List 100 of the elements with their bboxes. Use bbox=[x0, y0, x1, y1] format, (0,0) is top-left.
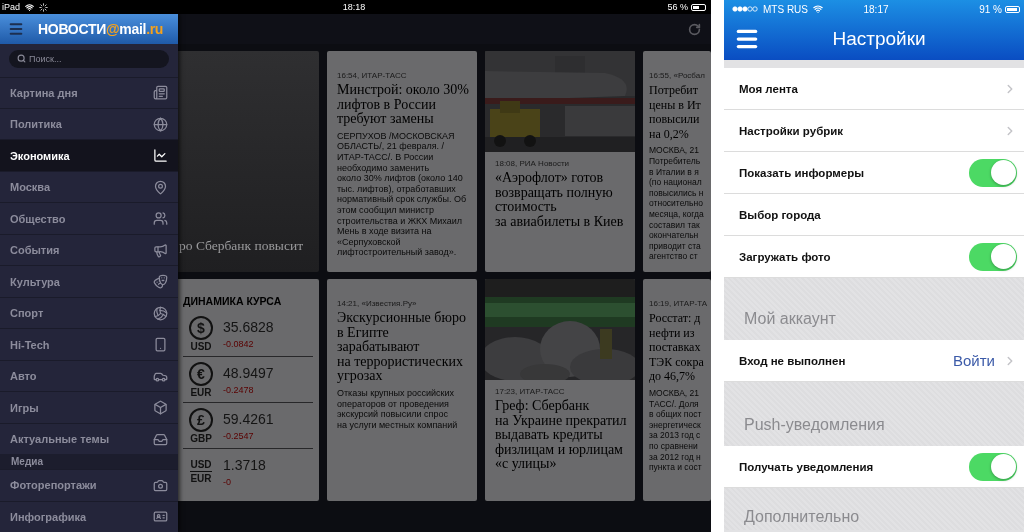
news-summary: МОСКВА, 21 ТАСС/. Доля в общих пост энергетическ за 2013 год с по сравнени за 2012 год н пункта и сост bbox=[649, 387, 703, 473]
menu-icon[interactable] bbox=[8, 20, 24, 37]
masks-icon bbox=[153, 274, 168, 290]
news-meta: 17:23, ИТАР-ТАСС bbox=[495, 387, 566, 396]
news-card[interactable]: 16:19, ИТАР-ТА Росстат: д нефти из поставках ТЭК сокра до 46,7% МОСКВА, 21 ТАСС/. Доля в общих пост энергетическ за 2013 год с по сравнени за 2012 год н пункта и сост bbox=[643, 279, 711, 501]
people-icon bbox=[153, 211, 168, 227]
row-label: Загружать фото bbox=[739, 250, 831, 263]
news-meta: 16:54, ИТАР-ТАСС bbox=[337, 71, 408, 80]
news-summary: Отказы крупных российских операторов от проведения экскурсий повысили спрос на услуги местных компаний bbox=[337, 387, 459, 431]
id-card-icon bbox=[153, 509, 168, 525]
menu-label: Экономика bbox=[10, 149, 70, 162]
news-title: Греф: Сбербанк на Украине прекратил выдавать кредиты физлицам и юрлицам «с улицы» bbox=[495, 399, 628, 472]
carrier-name: MTS RUS bbox=[763, 3, 808, 15]
news-card[interactable]: 14:21, «Известия.Ру» Экскурсионные бюро в Египте зарабатывают на террористических угрозах Отказы крупных российских операторов от проведения экскурсий повысили спрос на услуги местных компаний bbox=[327, 279, 477, 501]
refresh-icon[interactable] bbox=[688, 22, 701, 36]
row-label: Вход не выполнен bbox=[739, 354, 846, 367]
news-meta: 16:19, ИТАР-ТА bbox=[649, 299, 707, 308]
menu-label: Политика bbox=[10, 118, 62, 131]
section-header: Дополнительно bbox=[744, 508, 860, 526]
cube-icon bbox=[153, 400, 168, 416]
activity-icon bbox=[39, 2, 48, 12]
news-title: «Аэрофлот» готов возвращать полную стоимость за авиабилеты в Киев bbox=[495, 171, 625, 230]
rate-change: -0.2547 bbox=[223, 430, 255, 441]
news-title: ро Сбербанк повысит bbox=[179, 238, 305, 254]
rate-value: 1.3718 bbox=[223, 456, 267, 473]
toggle-switch[interactable] bbox=[969, 452, 1017, 481]
menu-label: Авто bbox=[10, 370, 37, 383]
settings-row[interactable]: Выбор города bbox=[724, 194, 1024, 236]
battery-percent: 91 % bbox=[979, 3, 1002, 15]
news-card[interactable]: ро Сбербанк повысит bbox=[178, 51, 319, 272]
battery-percent: 56 % bbox=[667, 2, 688, 12]
news-title: Минстрой: около 30% лифтов в России требуют замены bbox=[337, 83, 470, 127]
currency-symbol: € bbox=[189, 361, 213, 386]
status-time: 18:18 bbox=[342, 2, 366, 12]
news-summary: МОСКВА, 21 Потребитель в Италии в я (по национал повысились н относительно месяца, когда составил так окончательн приводит ста агентство ст bbox=[649, 145, 705, 262]
search-field[interactable]: Поиск... bbox=[9, 49, 169, 68]
currency-code: EUR bbox=[190, 473, 212, 484]
menu-label: Общество bbox=[10, 212, 66, 225]
currency-code: USD bbox=[190, 340, 212, 352]
menu-label: Спорт bbox=[10, 307, 44, 320]
news-meta: 16:55, «Росбал bbox=[649, 71, 706, 80]
menu-label: События bbox=[10, 244, 60, 257]
rate-value: 48.9497 bbox=[223, 364, 275, 381]
tray-icon bbox=[153, 431, 168, 447]
battery-icon bbox=[1005, 5, 1020, 13]
search-icon bbox=[17, 53, 26, 63]
row-label: Моя лента bbox=[739, 82, 798, 95]
status-time: 18:17 bbox=[863, 3, 889, 15]
smartphone-icon bbox=[153, 337, 168, 353]
menu-label: Москва bbox=[10, 181, 51, 194]
news-meta: 18:08, РИА Новости bbox=[495, 159, 571, 168]
section-header: Мой аккаунт bbox=[744, 310, 836, 328]
rate-value: 59.4261 bbox=[223, 410, 275, 427]
currency-code: EUR bbox=[190, 386, 212, 398]
menu-label: Игры bbox=[10, 401, 39, 414]
menu-item[interactable]: Экономика bbox=[0, 139, 178, 171]
rate-change: -0.0842 bbox=[223, 338, 255, 349]
rate-change: -0.2478 bbox=[223, 384, 255, 395]
section-header: Push-уведомления bbox=[744, 416, 885, 434]
currency-code: GBP bbox=[190, 432, 212, 444]
logo: НОВОСТИ@mail.ru bbox=[38, 20, 164, 37]
row-label: Получать уведомления bbox=[739, 460, 874, 473]
login-link[interactable]: Войти bbox=[953, 352, 995, 369]
menu-label: Фоторепортажи bbox=[10, 479, 97, 492]
map-pin-icon bbox=[153, 179, 168, 195]
currency-title: ДИНАМИКА КУРСА bbox=[183, 295, 283, 307]
camera-icon bbox=[153, 477, 168, 493]
settings-row[interactable]: Настройки рубрик bbox=[724, 110, 1024, 152]
row-label: Показать информеры bbox=[739, 166, 864, 179]
toggle-switch[interactable] bbox=[969, 158, 1017, 187]
news-title: Экскурсионные бюро в Египте зарабатывают на террористических угрозах bbox=[337, 311, 467, 384]
currency-symbol: £ bbox=[189, 407, 213, 432]
menu-label: Актуальные темы bbox=[10, 433, 110, 446]
news-title: Росстат: д нефти из поставках ТЭК сокра до 46,7% bbox=[649, 311, 705, 384]
menu-label: Инфографика bbox=[10, 510, 87, 523]
battery-icon bbox=[691, 3, 706, 11]
news-title: Потребит цены в Ит повысили на 0,2% bbox=[649, 83, 702, 142]
wifi-icon bbox=[25, 2, 34, 12]
screen-title: Настройки bbox=[831, 28, 927, 50]
wifi-icon bbox=[813, 4, 823, 14]
menu-label: Картина дня bbox=[10, 86, 78, 99]
news-meta: 14:21, «Известия.Ру» bbox=[337, 299, 418, 308]
newspaper-icon bbox=[153, 85, 168, 101]
toggle-switch[interactable] bbox=[969, 242, 1017, 271]
settings-row[interactable]: Вход не выполнен Войти bbox=[724, 340, 1024, 382]
news-card[interactable]: 18:08, РИА Новости «Аэрофлот» готов возвращать полную стоимость за авиабилеты в Киев bbox=[485, 51, 635, 272]
news-card[interactable]: 16:55, «Росбал Потребит цены в Ит повысили на 0,2% МОСКВА, 21 Потребитель в Италии в я (по национал повысились н относительно месяца, когда составил так окончательн приводит ста агентство ст bbox=[643, 51, 711, 272]
menu-label: Культура bbox=[10, 275, 60, 288]
news-card[interactable] bbox=[327, 51, 477, 272]
signal-icon bbox=[732, 6, 758, 12]
settings-row[interactable]: Моя лента bbox=[724, 68, 1024, 110]
megaphone-icon bbox=[153, 242, 168, 258]
news-summary: СЕРПУХОВ /МОСКОВСКАЯ ОБЛАСТЬ/, 21 февраля. / ИТАР-ТАСС/. В России необходимо заменить около 30% лифтов (около 140 тыс. лифтов), отработавших нормативный срок службы. Об этом сообщил министр строительства и ЖКХ Михаил Мень в ходе визита на «Серпуховской лифтостроительный завод». bbox=[337, 130, 468, 258]
currency-code: USD bbox=[190, 459, 212, 472]
news-card[interactable]: 17:23, ИТАР-ТАСС Греф: Сбербанк на Украине прекратил выдавать кредиты физлицам и юрлицам «с улицы» bbox=[485, 279, 635, 501]
currency-symbol: $ bbox=[189, 315, 213, 340]
device-name: iPad bbox=[2, 2, 20, 12]
chart-icon bbox=[153, 148, 168, 164]
section-title: Медиа bbox=[0, 454, 178, 470]
globe-icon bbox=[153, 116, 168, 132]
